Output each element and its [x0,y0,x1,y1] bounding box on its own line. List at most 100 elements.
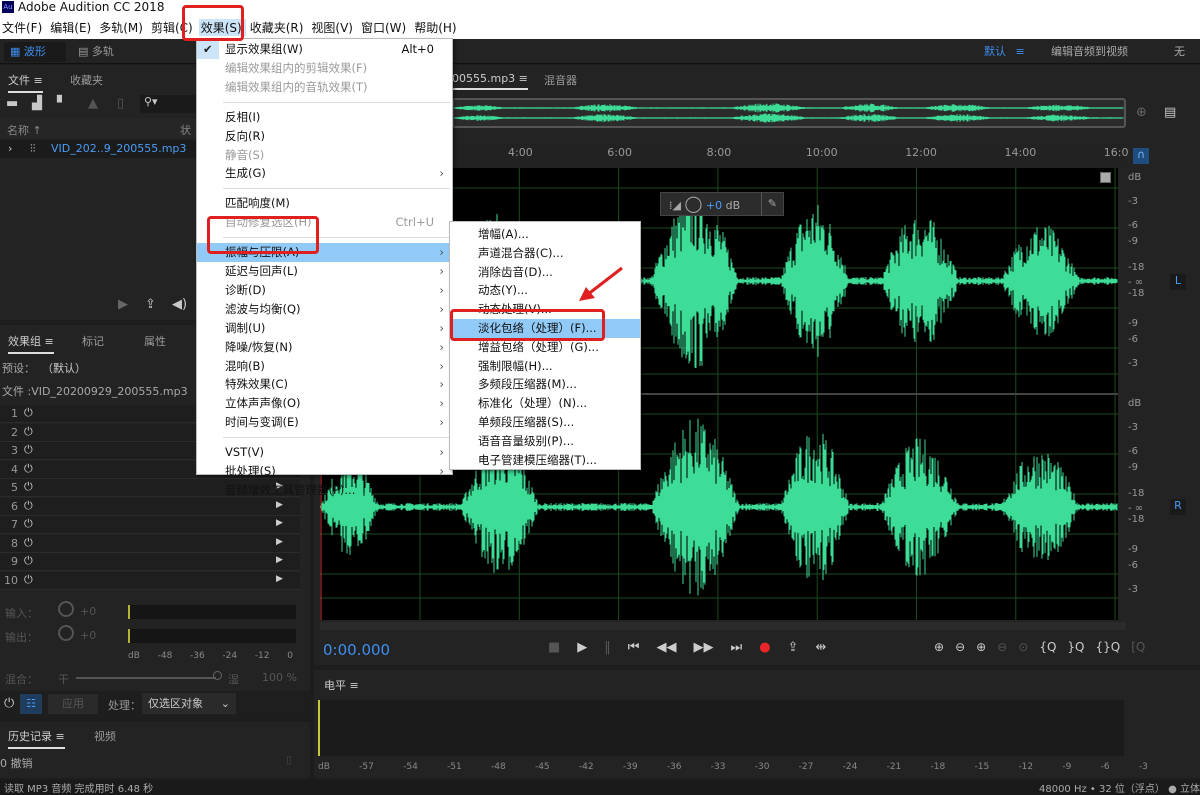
menu-5[interactable]: 收藏夹(R) [248,19,308,36]
power-icon[interactable]: ⏻ [24,517,33,531]
panel-icon[interactable]: ▤ [1164,105,1176,120]
menu-item[interactable]: 生成(G) › [197,164,452,183]
menu-item[interactable]: 静音(S) [197,146,452,165]
effect-slot[interactable]: 8 ⏻ ▶ [0,534,300,553]
workspace-default[interactable]: 默认 ≡ [978,42,1031,62]
power-icon[interactable]: ⏻ [24,573,33,587]
zoom-full-icon[interactable]: ⊙ [1018,640,1028,654]
hud-gain[interactable]: ⁞◢ ◯ +0 dB ✎ [660,192,784,216]
menu-item[interactable]: 延迟与回声(L) › [197,262,452,281]
tab-levels[interactable]: 电平 ≡ [324,677,359,693]
zoom-out-time-icon[interactable]: ⊖ [997,640,1007,654]
waveform-view-button[interactable]: ▦ 波形 [4,42,66,62]
menu-2[interactable]: 多轨(M) [97,19,147,36]
power-icon[interactable]: ⏻ [24,462,33,476]
column-status[interactable]: 状 [180,122,191,138]
power-icon[interactable]: ⏻ [24,536,33,550]
menu-item[interactable]: 单频段压缩器(S)... [450,413,640,432]
snap-icon[interactable]: ∩ [1133,148,1149,164]
fast-forward-icon[interactable]: ▶▶ [694,640,714,655]
tab-markers[interactable]: 标记 [82,333,104,349]
record-icon[interactable]: ● [759,640,770,655]
effect-slot[interactable]: 7 ⏻ ▶ [0,516,300,534]
workspace-edit-video[interactable]: 编辑音频到视频 [1045,42,1134,62]
menu-item[interactable]: 增幅(A)... [450,225,640,244]
pause-icon[interactable]: ‖ [604,640,611,655]
tab-favorites[interactable]: 收藏夹 [70,72,103,88]
power-icon[interactable]: ⏻ [24,425,33,439]
zoom-in-time-icon[interactable]: ⊕ [976,640,986,654]
power-icon[interactable]: ⏻ [24,406,33,420]
power-icon[interactable]: ⏻ [24,480,33,494]
preset-select[interactable]: （默认） [42,360,86,376]
slot-menu-arrow-icon[interactable]: ▶ [276,518,283,528]
tab-properties[interactable]: 属性 [144,333,166,349]
menu-item[interactable]: 声道混合器(C)... [450,244,640,263]
skip-selection-icon[interactable]: ⇹ [815,640,826,655]
stop-icon[interactable]: ■ [548,640,560,655]
menu-item[interactable]: 诊断(D) › [197,281,452,300]
tab-mixer[interactable]: 混音器 [544,72,577,88]
expand-icon[interactable]: › [8,142,12,155]
list-icon[interactable]: ☷ [20,694,42,714]
menu-0[interactable]: 文件(F) [0,19,46,36]
skip-end-icon[interactable]: ⏭ [731,640,743,655]
zoom-in-amplitude-icon[interactable]: ⊕ [934,640,944,654]
slot-menu-arrow-icon[interactable]: ▶ [276,500,283,510]
menu-item[interactable]: 调制(U) › [197,319,452,338]
slot-menu-arrow-icon[interactable]: ▶ [276,537,283,547]
menu-item[interactable]: 标准化（处理）(N)... [450,394,640,413]
input-gain-knob[interactable] [58,601,74,617]
menu-item[interactable]: 编辑效果组内的剪辑效果(F) [197,59,452,78]
menu-item[interactable]: 反相(I) [197,108,452,127]
menu-item[interactable]: VST(V) › [197,443,452,462]
menu-item[interactable]: 批处理(S) › [197,462,452,481]
zoom-selection-out-icon[interactable]: }Q [1067,640,1084,654]
play-icon[interactable]: ▶ [118,297,128,312]
tab-video[interactable]: 视频 [94,728,116,744]
process-select[interactable]: 仅选区对象 ⌄ [142,693,236,714]
play-icon[interactable]: ▶ [577,640,587,655]
menu-8[interactable]: 帮助(H) [412,19,460,36]
menu-1[interactable]: 编辑(E) [48,19,95,36]
rack-power-icon[interactable]: ⏻ [4,696,14,711]
menu-item[interactable]: ✔ 显示效果组(W) Alt+0 [197,40,452,59]
open-folder-icon[interactable]: ▬ [6,96,18,111]
power-icon[interactable]: ⏻ [24,499,33,513]
fade-handle-icon[interactable] [1100,172,1111,183]
pin-icon[interactable]: ✎ [760,193,777,215]
menu-item[interactable]: 语音音量级别(P)... [450,432,640,451]
zoom-reset-icon[interactable]: [Q [1131,640,1145,654]
column-name[interactable]: 名称 ↑ [7,122,42,138]
menu-item[interactable]: 多频段压缩器(M)... [450,375,640,394]
current-time[interactable]: 0:00.000 [323,641,390,659]
gain-knob-icon[interactable]: ◯ [684,194,702,213]
apply-button[interactable]: 应用 [48,694,98,714]
mix-slider-handle[interactable] [213,671,222,680]
menu-7[interactable]: 窗口(W) [359,19,410,36]
channel-left-toggle[interactable]: L [1170,274,1186,290]
menu-item[interactable]: 立体声声像(O) › [197,394,452,413]
mix-slider[interactable] [76,677,216,679]
menu-item[interactable]: 特殊效果(C) › [197,375,452,394]
menu-item[interactable]: 电子管建模压缩器(T)... [450,451,640,470]
menu-item[interactable]: 编辑效果组内的音轨效果(T) [197,78,452,97]
menu-item[interactable]: 降噪/恢复(N) › [197,338,452,357]
menu-item[interactable]: 音频增效工具管理器(P)... [197,481,452,500]
menu-item[interactable]: 滤波与均衡(Q) › [197,300,452,319]
zoom-out-amplitude-icon[interactable]: ⊖ [955,640,965,654]
search-input[interactable]: ⚲▾ [140,95,200,113]
channel-right-toggle[interactable]: R [1170,499,1186,515]
tab-files[interactable]: 文件 ≡ [8,72,43,93]
workspace-wireless[interactable]: 无线 [1168,42,1200,78]
tab-history[interactable]: 历史记录 ≡ [8,728,65,749]
zoom-selection-icon[interactable]: {}Q [1096,640,1121,654]
volume-icon[interactable]: ◀) [172,297,187,312]
slot-menu-arrow-icon[interactable]: ▶ [276,574,283,584]
menu-item[interactable]: 匹配响度(M) [197,194,452,213]
effect-slot[interactable]: 9 ⏻ ▶ [0,553,300,571]
slot-menu-arrow-icon[interactable]: ▶ [276,555,283,565]
power-icon[interactable]: ⏻ [24,443,33,457]
menu-item[interactable]: 时间与变调(E) › [197,413,452,432]
rewind-icon[interactable]: ◀◀ [657,640,677,655]
